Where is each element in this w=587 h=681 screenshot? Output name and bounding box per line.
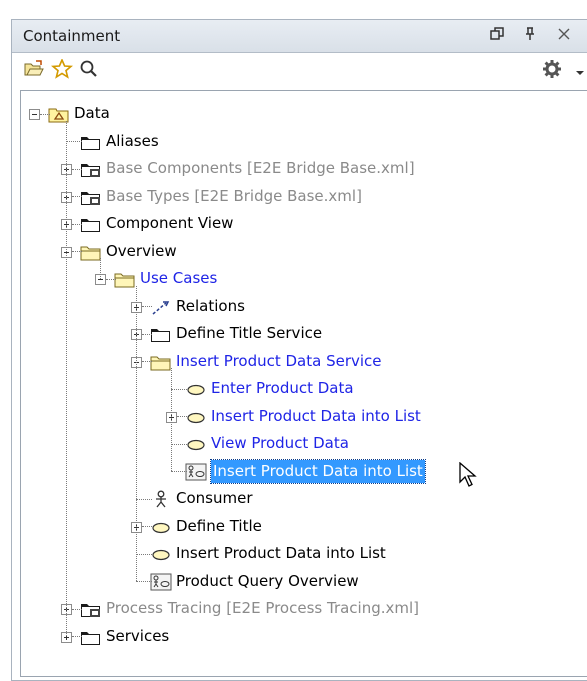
tree-row[interactable]: Data xyxy=(21,100,581,127)
tree-guide-line xyxy=(72,251,82,252)
tree-item-label: Define Title xyxy=(176,516,262,535)
tree-row[interactable]: Insert Product Data into List xyxy=(21,540,581,567)
tree-guide-line xyxy=(72,223,82,225)
tree-guide-line xyxy=(72,608,82,610)
tree-row[interactable]: Enter Product Data xyxy=(21,375,581,402)
tree-item-label: Relations xyxy=(176,296,245,315)
containment-tree[interactable]: Data Aliases Base Components [E2E Bridge B… xyxy=(20,90,587,677)
tree-item-label: Insert Product Data Service xyxy=(176,351,382,370)
tree-row[interactable]: Relations xyxy=(21,293,581,320)
tree-item-label: Define Title Service xyxy=(176,324,323,342)
dropdown-arrow-icon[interactable] xyxy=(575,64,585,82)
tree-guide-line xyxy=(66,120,67,636)
tree-item-label: Use Cases xyxy=(140,269,218,287)
pin-icon[interactable] xyxy=(522,26,538,46)
tree-guide-line xyxy=(171,471,187,472)
tree-row[interactable]: Product Query Overview xyxy=(21,568,581,595)
search-icon[interactable] xyxy=(79,59,99,83)
tree-item-label: Enter Product Data xyxy=(211,379,354,397)
tree-guide-line xyxy=(142,361,152,362)
tree-row[interactable]: Define Title Service xyxy=(21,320,581,347)
tree-row[interactable]: Insert Product Data into List xyxy=(21,458,581,485)
tree-guide-line xyxy=(142,333,152,335)
panel-toolbar xyxy=(12,53,587,87)
tree-row[interactable]: Base Types [E2E Bridge Base.xml] xyxy=(21,183,581,210)
panel-titlebar: Containment xyxy=(12,20,587,53)
tree-guide-line xyxy=(136,498,152,500)
close-icon[interactable] xyxy=(556,26,572,46)
tree-row[interactable]: Process Tracing [E2E Process Tracing.xml… xyxy=(21,595,581,622)
tree-guide-line xyxy=(72,196,82,197)
tree-item-label: Insert Product Data into List xyxy=(211,406,421,425)
tree-guide-line xyxy=(136,581,152,582)
tree-row[interactable]: Insert Product Data into List xyxy=(21,403,581,430)
tree-row[interactable]: Component View xyxy=(21,210,581,237)
tree-guide-line xyxy=(100,258,101,279)
tree-item-label: Product Query Overview xyxy=(176,571,359,590)
favorite-star-icon[interactable] xyxy=(50,57,74,83)
tree-guide-line xyxy=(72,168,82,170)
tree-item-label: Process Tracing [E2E Process Tracing.xml… xyxy=(106,599,420,617)
tree-guide-line xyxy=(40,113,50,115)
tree-row[interactable]: Insert Product Data Service xyxy=(21,348,581,375)
tree-guide-line xyxy=(72,636,82,637)
tree-row[interactable]: Base Components [E2E Bridge Base.xml] xyxy=(21,155,581,182)
tree-row[interactable]: View Product Data xyxy=(21,430,581,457)
open-folder-icon[interactable] xyxy=(23,59,45,83)
tree-item-label: Insert Product Data into List xyxy=(176,544,386,562)
tree-item-label: View Product Data xyxy=(211,434,349,452)
tree-row[interactable]: Consumer xyxy=(21,485,581,512)
tree-item-label: Aliases xyxy=(106,131,159,150)
tree-row[interactable]: Use Cases xyxy=(21,265,581,292)
tree-item-label: Data xyxy=(74,104,110,122)
tree-item-label: Component View xyxy=(106,214,234,232)
tree-item-label: Overview xyxy=(106,241,177,260)
mouse-pointer-icon xyxy=(459,461,477,492)
tree-guide-line xyxy=(142,526,152,527)
tree-guide-line xyxy=(142,306,152,307)
collapse-toggle[interactable] xyxy=(29,109,40,120)
panel-title: Containment xyxy=(23,27,121,45)
containment-panel: Containment Data Aliases Base Components [… xyxy=(11,19,587,681)
tree-item-label: Base Types [E2E Bridge Base.xml] xyxy=(106,186,362,205)
tree-guide-line xyxy=(177,416,187,417)
tree-item-label: Consumer xyxy=(176,489,253,507)
tree-item-label: Services xyxy=(106,626,170,645)
tree-row[interactable]: Services xyxy=(21,623,581,650)
restore-icon[interactable] xyxy=(489,26,505,46)
tree-guide-line xyxy=(106,278,116,280)
tree-row[interactable]: Define Title xyxy=(21,513,581,540)
tree-row[interactable]: Aliases xyxy=(21,128,581,155)
tree-item-label: Insert Product Data into List xyxy=(210,458,426,484)
tree-guide-line xyxy=(136,553,152,555)
folder-icon xyxy=(80,628,102,655)
tree-item-label: Base Components [E2E Bridge Base.xml] xyxy=(106,159,415,177)
tree-guide-line xyxy=(171,368,172,471)
tree-guide-line xyxy=(66,141,82,142)
tree-guide-line xyxy=(136,285,137,581)
tree-guide-line xyxy=(171,388,187,390)
tree-guide-line xyxy=(171,443,187,445)
gear-icon[interactable] xyxy=(542,59,562,83)
tree-row[interactable]: Overview xyxy=(21,238,581,265)
